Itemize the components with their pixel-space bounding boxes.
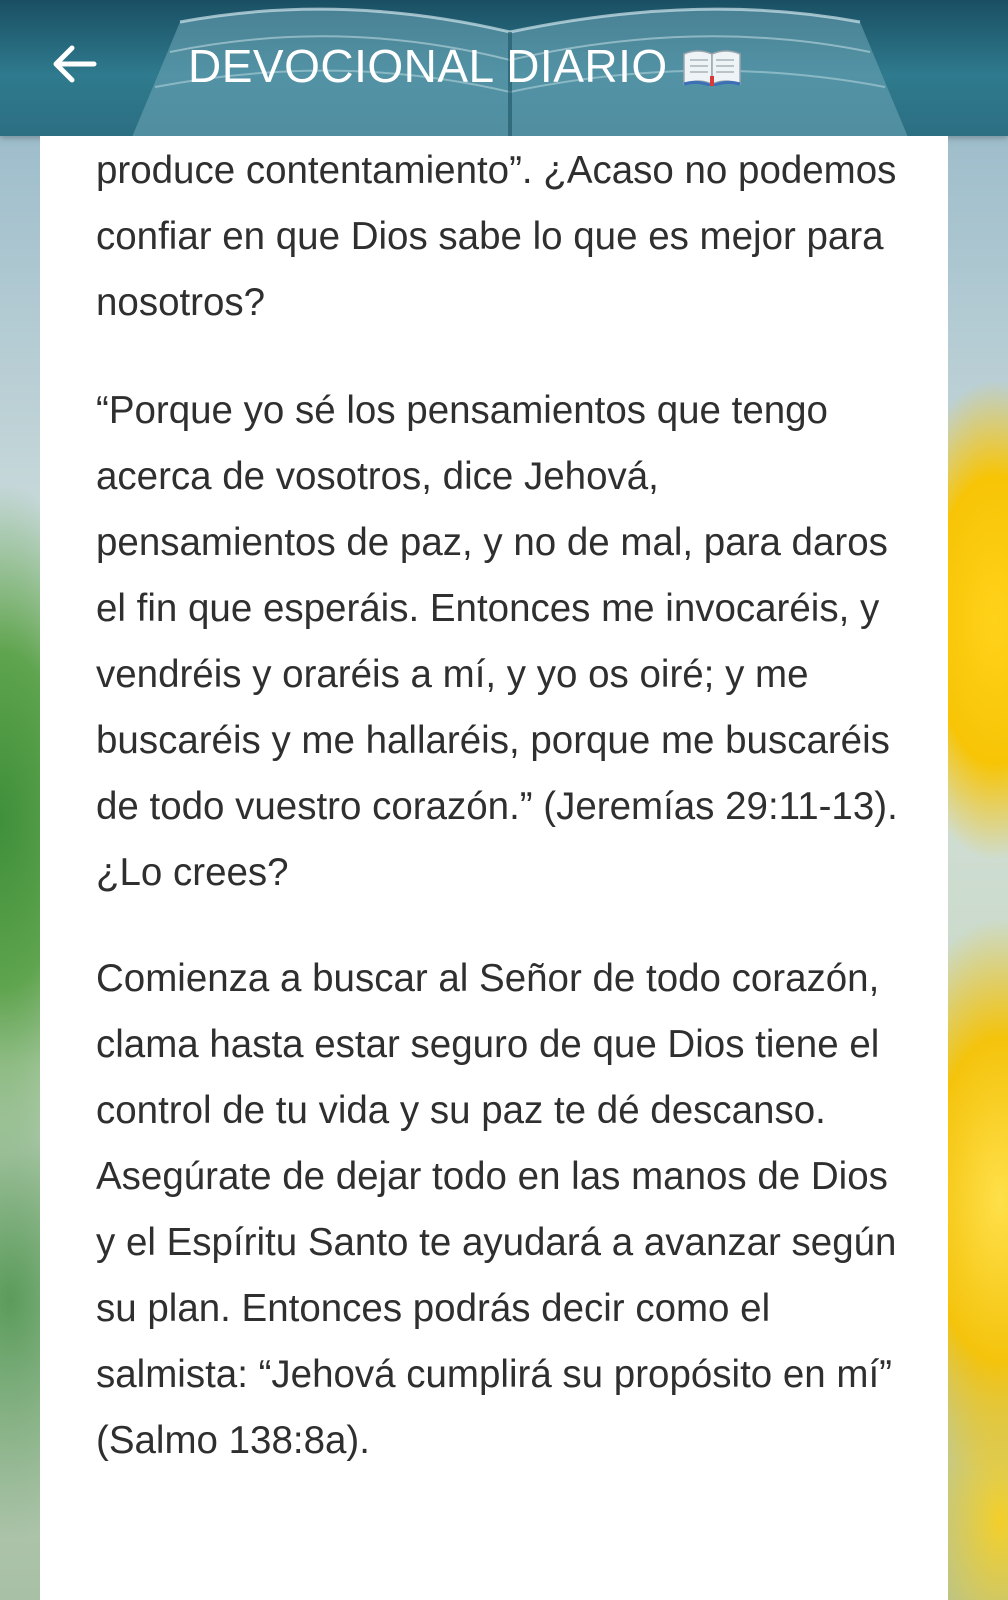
devotional-content-card: produce contentamiento”. ¿Acaso no podem… bbox=[40, 136, 948, 1600]
arrow-left-icon[interactable] bbox=[46, 36, 102, 92]
paragraph-2: “Porque yo sé los pensamientos que tengo… bbox=[96, 389, 898, 894]
page-title-text: DEVOCIONAL DIARIO bbox=[188, 40, 668, 92]
app-header: DEVOCIONAL DIARIO bbox=[0, 0, 1008, 136]
page-title: DEVOCIONAL DIARIO bbox=[188, 36, 742, 96]
open-book-icon bbox=[682, 50, 741, 86]
paragraph-3: Comienza a buscar al Señor de todo coraz… bbox=[96, 957, 897, 1462]
paragraph-1: produce contentamiento”. ¿Acaso no podem… bbox=[96, 149, 897, 324]
